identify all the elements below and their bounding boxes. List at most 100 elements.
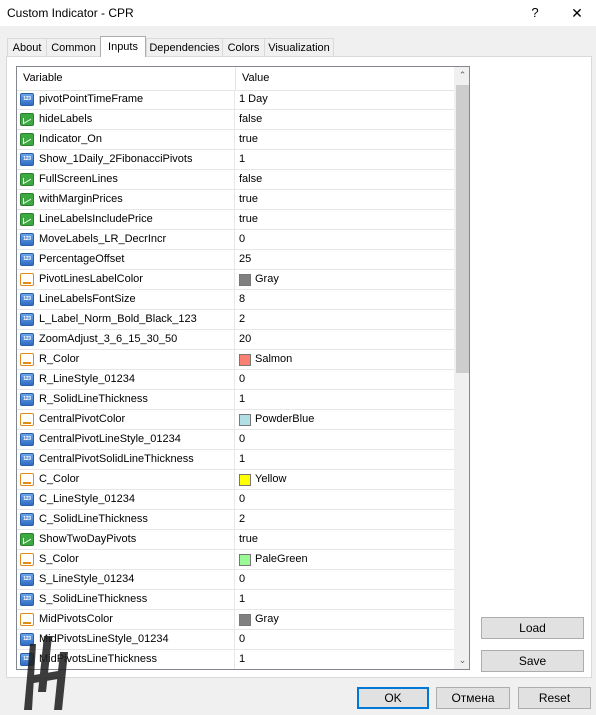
tab-visualization[interactable]: Visualization	[264, 38, 334, 56]
value-cell[interactable]: true	[235, 210, 454, 229]
variable-cell[interactable]: hideLabels	[17, 110, 235, 129]
table-row[interactable]: R_Color Salmon	[17, 350, 454, 370]
value-cell[interactable]: 1	[235, 650, 454, 669]
help-button[interactable]: ?	[520, 0, 550, 26]
value-cell[interactable]: true	[235, 530, 454, 549]
table-row[interactable]: 123 CentralPivotSolidLineThickness 1	[17, 450, 454, 470]
table-row[interactable]: MidPivotsColor Gray	[17, 610, 454, 630]
variable-cell[interactable]: MidPivotsColor	[17, 610, 235, 629]
scroll-thumb[interactable]	[456, 85, 469, 373]
table-row[interactable]: 123 L_Label_Norm_Bold_Black_123 2	[17, 310, 454, 330]
variable-cell[interactable]: 123 C_SolidLineThickness	[17, 510, 235, 529]
variable-cell[interactable]: 123 pivotPointTimeFrame	[17, 90, 235, 109]
variable-cell[interactable]: LineLabelsIncludePrice	[17, 210, 235, 229]
variable-cell[interactable]: 123 ZoomAdjust_3_6_15_30_50	[17, 330, 235, 349]
variable-cell[interactable]: 123 LineLabelsFontSize	[17, 290, 235, 309]
variable-cell[interactable]: S_Color	[17, 550, 235, 569]
variable-cell[interactable]: 123 R_SolidLineThickness	[17, 390, 235, 409]
value-cell[interactable]: 0	[235, 490, 454, 509]
cancel-button[interactable]: Отмена	[436, 687, 510, 709]
value-cell[interactable]: 25	[235, 250, 454, 269]
vertical-scrollbar[interactable]: ⌃ ⌄	[454, 67, 469, 669]
variable-cell[interactable]: 123 PercentageOffset	[17, 250, 235, 269]
variable-cell[interactable]: FullScreenLines	[17, 170, 235, 189]
table-row[interactable]: S_Color PaleGreen	[17, 550, 454, 570]
table-row[interactable]: 123 PercentageOffset 25	[17, 250, 454, 270]
table-row[interactable]: ShowTwoDayPivots true	[17, 530, 454, 550]
table-row[interactable]: 123 MidPivotsLineStyle_01234 0	[17, 630, 454, 650]
column-header-variable[interactable]: Variable	[17, 67, 235, 90]
value-cell[interactable]: 1	[235, 150, 454, 169]
value-cell[interactable]: 0	[235, 370, 454, 389]
value-cell[interactable]: Yellow	[235, 470, 454, 489]
close-button[interactable]: ✕	[562, 0, 592, 26]
value-cell[interactable]: 0	[235, 230, 454, 249]
value-cell[interactable]: Gray	[235, 270, 454, 289]
tab-colors[interactable]: Colors	[222, 38, 265, 56]
value-cell[interactable]: 1	[235, 450, 454, 469]
value-cell[interactable]: 0	[235, 430, 454, 449]
table-row[interactable]: 123 MoveLabels_LR_DecrIncr 0	[17, 230, 454, 250]
table-row[interactable]: 123 pivotPointTimeFrame 1 Day	[17, 90, 454, 110]
value-cell[interactable]: PowderBlue	[235, 410, 454, 429]
scroll-up-button[interactable]: ⌃	[454, 67, 469, 84]
table-row[interactable]: C_Color Yellow	[17, 470, 454, 490]
variable-cell[interactable]: C_Color	[17, 470, 235, 489]
save-button[interactable]: Save	[481, 650, 584, 672]
variable-cell[interactable]: ShowTwoDayPivots	[17, 530, 235, 549]
table-row[interactable]: 123 C_LineStyle_01234 0	[17, 490, 454, 510]
value-cell[interactable]: Salmon	[235, 350, 454, 369]
value-cell[interactable]: true	[235, 190, 454, 209]
table-row[interactable]: FullScreenLines false	[17, 170, 454, 190]
value-cell[interactable]: true	[235, 130, 454, 149]
variable-cell[interactable]: CentralPivotColor	[17, 410, 235, 429]
load-button[interactable]: Load	[481, 617, 584, 639]
variable-cell[interactable]: 123 C_LineStyle_01234	[17, 490, 235, 509]
value-cell[interactable]: 1	[235, 590, 454, 609]
ok-button[interactable]: OK	[357, 687, 429, 709]
value-cell[interactable]: 1 Day	[235, 90, 454, 109]
table-row[interactable]: CentralPivotColor PowderBlue	[17, 410, 454, 430]
variable-cell[interactable]: 123 S_SolidLineThickness	[17, 590, 235, 609]
column-header-value[interactable]: Value	[236, 67, 454, 90]
tab-common[interactable]: Common	[46, 38, 101, 56]
table-row[interactable]: withMarginPrices true	[17, 190, 454, 210]
value-cell[interactable]: 2	[235, 510, 454, 529]
variable-cell[interactable]: 123 Show_1Daily_2FibonacciPivots	[17, 150, 235, 169]
variable-cell[interactable]: 123 CentralPivotSolidLineThickness	[17, 450, 235, 469]
table-row[interactable]: 123 Show_1Daily_2FibonacciPivots 1	[17, 150, 454, 170]
value-cell[interactable]: 1	[235, 390, 454, 409]
value-cell[interactable]: 0	[235, 630, 454, 649]
variable-cell[interactable]: 123 MoveLabels_LR_DecrIncr	[17, 230, 235, 249]
value-cell[interactable]: 20	[235, 330, 454, 349]
table-row[interactable]: 123 R_SolidLineThickness 1	[17, 390, 454, 410]
value-cell[interactable]: Gray	[235, 610, 454, 629]
variable-cell[interactable]: withMarginPrices	[17, 190, 235, 209]
tab-about[interactable]: About	[7, 38, 47, 56]
table-row[interactable]: LineLabelsIncludePrice true	[17, 210, 454, 230]
variable-cell[interactable]: R_Color	[17, 350, 235, 369]
scroll-down-button[interactable]: ⌄	[454, 652, 469, 669]
value-cell[interactable]: 8	[235, 290, 454, 309]
table-row[interactable]: 123 LineLabelsFontSize 8	[17, 290, 454, 310]
table-row[interactable]: hideLabels false	[17, 110, 454, 130]
value-cell[interactable]: 2	[235, 310, 454, 329]
variable-cell[interactable]: 123 CentralPivotLineStyle_01234	[17, 430, 235, 449]
variable-cell[interactable]: PivotLinesLabelColor	[17, 270, 235, 289]
table-row[interactable]: 123 S_SolidLineThickness 1	[17, 590, 454, 610]
tab-dependencies[interactable]: Dependencies	[146, 38, 223, 56]
variable-cell[interactable]: 123 S_LineStyle_01234	[17, 570, 235, 589]
value-cell[interactable]: PaleGreen	[235, 550, 454, 569]
tab-inputs[interactable]: Inputs	[100, 36, 146, 57]
table-row[interactable]: 123 CentralPivotLineStyle_01234 0	[17, 430, 454, 450]
table-row[interactable]: 123 MidPivotsLineThickness 1	[17, 650, 454, 669]
table-row[interactable]: 123 ZoomAdjust_3_6_15_30_50 20	[17, 330, 454, 350]
value-cell[interactable]: false	[235, 110, 454, 129]
table-row[interactable]: PivotLinesLabelColor Gray	[17, 270, 454, 290]
variable-cell[interactable]: 123 R_LineStyle_01234	[17, 370, 235, 389]
reset-button[interactable]: Reset	[518, 687, 591, 709]
table-row[interactable]: 123 R_LineStyle_01234 0	[17, 370, 454, 390]
value-cell[interactable]: false	[235, 170, 454, 189]
table-row[interactable]: 123 S_LineStyle_01234 0	[17, 570, 454, 590]
value-cell[interactable]: 0	[235, 570, 454, 589]
